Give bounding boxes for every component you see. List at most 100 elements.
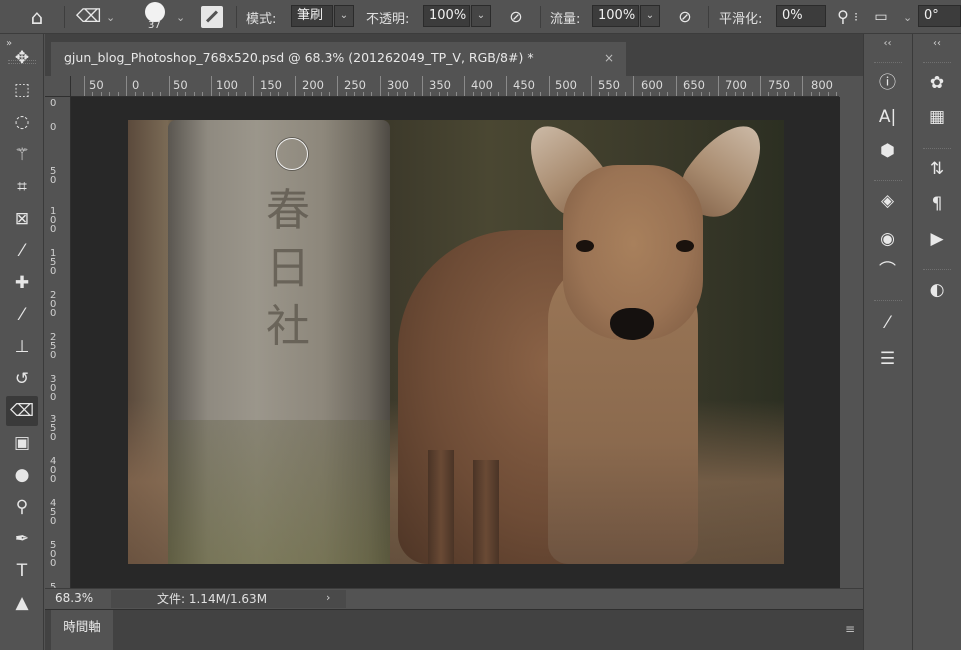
channels-panel-icon[interactable]: ◉ <box>864 224 911 254</box>
document-canvas[interactable]: 春 日 社 <box>128 120 784 564</box>
panel-group-grip[interactable] <box>923 148 951 152</box>
brush-tool-icon[interactable]: ⁄ <box>6 300 38 330</box>
ruler-tick-label: 500 <box>555 78 577 92</box>
brush-settings-panel-icon[interactable]: ⁄ <box>864 308 911 338</box>
document-tab[interactable]: gjun_blog_Photoshop_768x520.psd @ 68.3% … <box>51 42 626 76</box>
ruler-tick <box>498 92 499 96</box>
swatches-panel-icon[interactable]: ▦ <box>913 102 961 132</box>
ruler-tick-label: 300 <box>387 78 409 92</box>
ruler-tick <box>447 92 448 96</box>
ruler-tick-label: 150 <box>260 78 282 92</box>
zoom-level[interactable]: 68.3% <box>55 591 93 605</box>
document-size-info[interactable]: 文件: 1.14M/1.63M <box>111 590 346 608</box>
ruler-tick <box>439 92 440 96</box>
airbrush-icon[interactable]: ⊘ <box>672 0 698 34</box>
magic-wand-tool-icon[interactable]: ⚚ <box>6 140 38 170</box>
vertical-ruler[interactable]: 0050100150200250300350400450500550 <box>45 97 71 588</box>
collapse-dock-button[interactable]: ‹‹ <box>864 38 911 49</box>
dodge-tool-icon[interactable]: ⚲ <box>6 492 38 522</box>
healing-brush-tool-icon[interactable]: ✚ <box>6 268 38 298</box>
vertical-scrollbar[interactable] <box>840 97 863 588</box>
properties-panel-icon[interactable]: ☰ <box>864 344 911 374</box>
horizontal-ruler[interactable]: 50 0 50 100 150 200 250 300 350 400 450 500 550 600 65… <box>71 76 839 97</box>
crop-tool-icon[interactable]: ⌗ <box>6 172 38 202</box>
clone-stamp-tool-icon[interactable]: ⊥ <box>6 332 38 362</box>
history-brush-tool-icon[interactable]: ↺ <box>6 364 38 394</box>
paths-panel-icon[interactable]: ⌒ <box>864 256 911 286</box>
ruler-tick <box>388 92 389 96</box>
ruler-tick <box>464 76 465 96</box>
pillar-glyph: 春 <box>266 185 310 236</box>
ruler-tick <box>506 76 507 96</box>
smoothing-options-icon[interactable]: ⁝ <box>852 0 860 34</box>
ruler-tick <box>422 76 423 96</box>
ruler-tick <box>650 92 651 96</box>
panel-group-grip[interactable] <box>874 300 902 304</box>
mode-dropdown[interactable]: ⌄ <box>334 5 354 27</box>
opacity-dropdown[interactable]: ⌄ <box>471 5 491 27</box>
flow-field[interactable]: 100% <box>592 5 639 27</box>
marquee-tool-icon[interactable]: ⬚ <box>6 75 38 105</box>
history-panel-icon[interactable]: ⇅ <box>913 154 961 184</box>
ruler-tick <box>684 92 685 96</box>
panel-menu-icon[interactable]: ≡ <box>845 622 855 636</box>
ruler-tick <box>253 76 254 96</box>
brush-panel-toggle[interactable] <box>201 6 223 28</box>
close-icon[interactable]: × <box>604 42 614 74</box>
paragraph-panel-icon[interactable]: ¶ <box>913 189 961 219</box>
panel-group-grip[interactable] <box>874 62 902 66</box>
collapse-dock-button[interactable]: ‹‹ <box>913 38 961 49</box>
search-icon[interactable]: ⚲ <box>832 0 854 34</box>
opacity-label: 不透明: <box>366 12 410 27</box>
eraser-icon[interactable]: ⌫ <box>76 0 101 34</box>
brush-preset-icon[interactable] <box>145 2 165 22</box>
panel-group-grip[interactable] <box>874 180 902 184</box>
eraser-tool-icon[interactable]: ⌫ <box>6 396 38 426</box>
chevron-down-icon[interactable]: ⌄ <box>176 11 185 24</box>
timeline-tab[interactable]: 時間軸 <box>51 610 113 650</box>
ruler-tick <box>811 92 812 96</box>
pen-tool-icon[interactable]: ✒ <box>6 524 38 554</box>
symmetry-icon[interactable]: ▭ <box>870 0 892 34</box>
ruler-tick <box>177 92 178 96</box>
ruler-tick <box>659 92 660 96</box>
move-tool-icon[interactable]: ✥ <box>6 43 38 73</box>
smoothing-field[interactable]: 0% <box>776 5 826 27</box>
status-menu-arrow[interactable]: › <box>326 591 330 604</box>
lasso-tool-icon[interactable]: ◌ <box>6 107 38 137</box>
character-panel-icon[interactable]: A| <box>864 102 911 132</box>
pressure-opacity-icon[interactable]: ⊘ <box>503 0 529 34</box>
opacity-field[interactable]: 100% <box>423 5 470 27</box>
chevron-down-icon[interactable]: ⌄ <box>903 11 912 24</box>
actions-panel-icon[interactable]: ▶ <box>913 224 961 254</box>
panel-group-grip[interactable] <box>923 269 951 273</box>
color-panel-icon[interactable]: ✿ <box>913 68 961 98</box>
mode-select[interactable]: 筆刷 <box>291 5 333 27</box>
chevron-down-icon[interactable]: ⌄ <box>106 11 115 24</box>
adjustments-panel-icon[interactable]: ◐ <box>913 275 961 305</box>
info-panel-icon[interactable]: ⓘ <box>864 68 911 98</box>
flow-dropdown[interactable]: ⌄ <box>640 5 660 27</box>
stone-pillar: 春 日 社 <box>168 120 390 564</box>
deer-nose <box>610 308 654 340</box>
ruler-tick <box>549 76 550 96</box>
ruler-tick <box>726 92 727 96</box>
type-tool-icon[interactable]: T <box>6 556 38 586</box>
ruler-origin[interactable] <box>45 76 71 97</box>
panel-dock-2: ‹‹ ✿ ▦ ⇅ ¶ ▶ ◐ <box>912 34 961 650</box>
home-icon[interactable]: ⌂ <box>24 0 50 34</box>
ruler-tick-label: 200 <box>302 78 324 92</box>
divider <box>708 6 709 28</box>
ruler-tick-label: 200 <box>50 290 57 319</box>
frame-tool-icon[interactable]: ⊠ <box>6 204 38 234</box>
path-selection-tool-icon[interactable]: ▲ <box>6 588 38 618</box>
libraries-panel-icon[interactable]: ⬢ <box>864 136 911 166</box>
layers-panel-icon[interactable]: ◈ <box>864 186 911 216</box>
blur-tool-icon[interactable]: ● <box>6 460 38 490</box>
angle-field[interactable]: 0° <box>918 5 961 27</box>
eyedropper-tool-icon[interactable]: ⁄ <box>6 236 38 266</box>
ruler-tick <box>84 76 85 96</box>
ruler-tick <box>676 76 677 96</box>
panel-group-grip[interactable] <box>923 62 951 66</box>
gradient-tool-icon[interactable]: ▣ <box>6 428 38 458</box>
